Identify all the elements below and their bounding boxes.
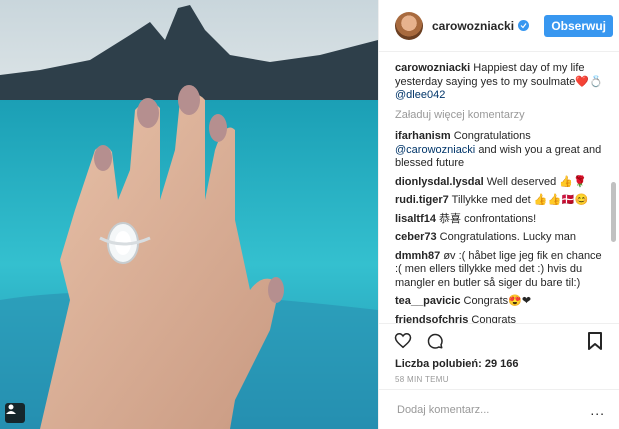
comment-username[interactable]: tea__pavicic bbox=[395, 295, 460, 307]
comment-username[interactable]: dionlysdal.lysdal bbox=[395, 176, 484, 188]
comment-text: Congratulations bbox=[453, 130, 531, 142]
comment-mention[interactable]: @carowozniacki bbox=[395, 144, 475, 156]
comment-username[interactable]: ifarhanism bbox=[395, 130, 451, 142]
add-comment-bar: ... bbox=[379, 389, 619, 429]
comment-item: tea__pavicic Congrats😍❤ bbox=[395, 295, 603, 309]
comment-item: rudi.tiger7 Tillykke med det 👍👍🇩🇰😊 bbox=[395, 194, 603, 208]
post-photo[interactable] bbox=[0, 0, 378, 429]
comment-text: Congratulations. Lucky man bbox=[439, 231, 577, 243]
comment-username[interactable]: lisaltf14 bbox=[395, 213, 436, 225]
verified-badge-icon bbox=[518, 20, 530, 31]
comment-username[interactable]: ceber73 bbox=[395, 231, 437, 243]
post-timestamp: 58 MIN TEMU bbox=[395, 375, 449, 384]
comment-text: Well deserved 👍🌹 bbox=[486, 175, 587, 188]
more-options-icon[interactable]: ... bbox=[590, 402, 605, 418]
caption-username[interactable]: carowozniacki bbox=[395, 62, 470, 74]
comments-list: carowozniacki Happiest day of my life ye… bbox=[379, 52, 619, 323]
user-tag-icon[interactable] bbox=[5, 403, 25, 423]
comment-username[interactable]: rudi.tiger7 bbox=[395, 194, 449, 206]
post-sidebar: carowozniacki Obserwuj carowozniacki Hap… bbox=[378, 0, 619, 429]
comment-item: ceber73 Congratulations. Lucky man bbox=[395, 231, 603, 245]
comment-item: ifarhanism Congratulations @carowozniack… bbox=[395, 130, 603, 171]
comment-bubble-icon[interactable] bbox=[425, 331, 445, 351]
comment-item: dionlysdal.lysdal Well deserved 👍🌹 bbox=[395, 176, 603, 190]
username-row: carowozniacki bbox=[432, 19, 530, 33]
avatar[interactable] bbox=[395, 11, 423, 40]
comment-username[interactable]: dmmh87 bbox=[395, 250, 440, 262]
add-comment-input[interactable] bbox=[395, 402, 591, 417]
instagram-post-modal: carowozniacki Obserwuj carowozniacki Hap… bbox=[0, 0, 619, 429]
comment-text: Congrats bbox=[471, 313, 517, 324]
caption: carowozniacki Happiest day of my life ye… bbox=[395, 62, 603, 103]
username-link[interactable]: carowozniacki bbox=[432, 19, 514, 33]
comment-username[interactable]: friendsofchris bbox=[395, 314, 468, 324]
comment-text: Tillykke med det 👍👍🇩🇰😊 bbox=[451, 194, 589, 206]
caption-mention[interactable]: @dlee042 bbox=[395, 89, 445, 101]
load-more-comments[interactable]: Załaduj więcej komentarzy bbox=[395, 109, 603, 123]
comment-item: dmmh87 øv :( håbet lige jeg fik en chanc… bbox=[395, 250, 603, 291]
ring-hand-photo bbox=[0, 0, 378, 429]
action-bar bbox=[379, 323, 619, 357]
post-header: carowozniacki Obserwuj bbox=[379, 0, 619, 52]
comment-text: Congrats😍❤ bbox=[463, 295, 532, 307]
follow-button[interactable]: Obserwuj bbox=[544, 14, 613, 37]
comments-scrollbar[interactable] bbox=[611, 182, 616, 242]
heart-icon[interactable] bbox=[393, 331, 413, 351]
comment-item: lisaltf14 恭喜 confrontations! bbox=[395, 213, 603, 227]
comment-item: friendsofchris Congrats bbox=[395, 314, 603, 324]
bookmark-icon[interactable] bbox=[585, 331, 605, 351]
comment-text: 恭喜 confrontations! bbox=[439, 212, 537, 225]
likes-count[interactable]: Liczba polubień: 29 166 bbox=[379, 357, 619, 372]
